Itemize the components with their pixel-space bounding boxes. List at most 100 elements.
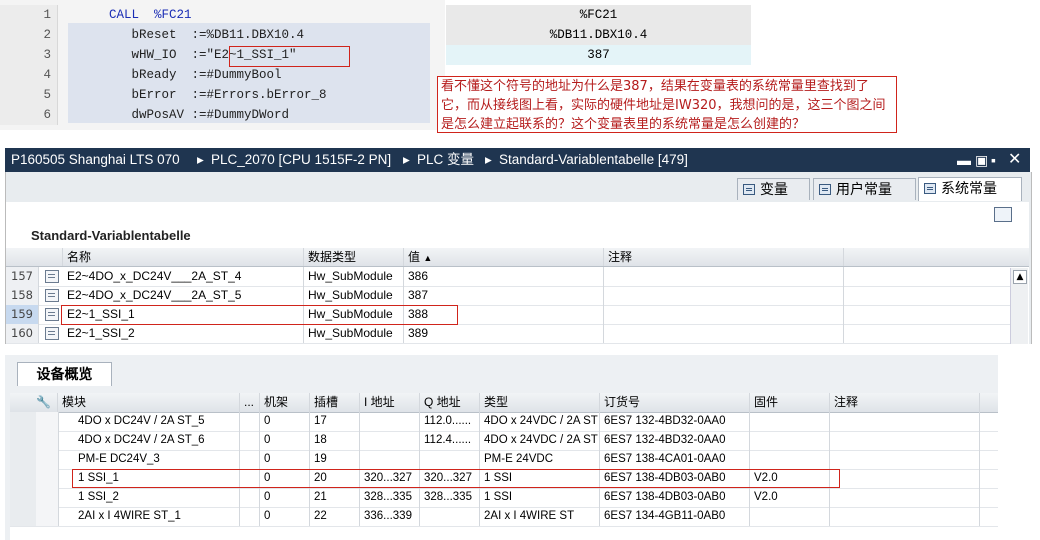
table-row[interactable]: 160 E2~1_SSI_2 Hw_SubModule 389 [6,324,1012,344]
cell-name[interactable]: E2~4DO_x_DC24V___2A_ST_4 [63,267,304,286]
tab-device-overview[interactable]: 设备概览 [17,362,112,386]
column-header-order-no[interactable]: 订货号 [600,393,750,412]
cell-slot[interactable]: 19 [310,450,360,469]
table-row[interactable]: 157 E2~4DO_x_DC24V___2A_ST_4 Hw_SubModul… [6,267,1012,287]
cell-q-address[interactable] [420,450,480,469]
device-row[interactable]: 4DO x DC24V / 2A ST_5 0 17 112.0...... 4… [10,412,998,432]
column-header-comment[interactable]: 注释 [604,248,844,266]
cell-comment[interactable] [830,507,980,526]
cell-order-no[interactable]: 6ES7 138-4DB03-0AB0 [600,488,750,507]
column-header-more[interactable]: ... [240,393,260,412]
close-icon[interactable]: ✕ [1008,148,1021,172]
cell-order-no[interactable]: 6ES7 134-4GB11-0AB0 [600,507,750,526]
table-row[interactable]: 158 E2~4DO_x_DC24V___2A_ST_5 Hw_SubModul… [6,286,1012,306]
cell-firmware[interactable] [750,450,830,469]
cell-q-address[interactable]: 328...335 [420,488,480,507]
cell-comment[interactable] [604,286,844,305]
code-text[interactable]: bError :=#Errors.bError_8 [64,85,327,105]
cell-rack[interactable]: 0 [260,488,310,507]
cell-type[interactable]: 4DO x 24VDC / 2A ST [480,431,600,450]
cell-slot[interactable]: 17 [310,412,360,431]
device-row[interactable]: PM-E DC24V_3 0 19 PM-E 24VDC 6ES7 138-4C… [10,450,998,470]
cell-i-address[interactable] [360,431,420,450]
cell-comment[interactable] [830,412,980,431]
tab-user-constants[interactable]: 用户常量 [813,178,916,200]
device-row[interactable]: 2AI x I 4WIRE ST_1 0 22 336...339 2AI x … [10,507,998,527]
code-line[interactable]: 1 CALL %FC21 [0,5,445,25]
breadcrumb-project[interactable]: P160505 Shanghai LTS 070 [11,148,180,172]
cell-datatype[interactable]: Hw_SubModule [304,324,404,343]
cell-order-no[interactable]: 6ES7 132-4BD32-0AA0 [600,431,750,450]
cell-value[interactable]: 387 [404,286,604,305]
cell-firmware[interactable] [750,507,830,526]
code-line[interactable]: 5 bError :=#Errors.bError_8 [0,85,445,105]
column-header-firmware[interactable]: 固件 [750,393,830,412]
column-header-i-address[interactable]: I 地址 [360,393,420,412]
minimize-icon[interactable]: ▬ [957,148,971,172]
cell-type[interactable]: 2AI x I 4WIRE ST [480,507,600,526]
cell-module[interactable]: PM-E DC24V_3 [58,450,240,469]
code-line[interactable]: 6 dwPosAV :=#DummyDWord [0,105,445,125]
column-header-q-address[interactable]: Q 地址 [420,393,480,412]
code-text[interactable]: dwPosAV :=#DummyDWord [64,105,290,125]
cell-slot[interactable]: 22 [310,507,360,526]
code-text[interactable]: CALL %FC21 [64,5,192,25]
code-line[interactable]: 3 wHW_IO :="E2~1_SSI_1" [0,45,445,65]
code-line[interactable]: 4 bReady :=#DummyBool [0,65,445,85]
cell-comment[interactable] [830,488,980,507]
column-header-type[interactable]: 类型 [480,393,600,412]
cell-comment[interactable] [830,431,980,450]
device-row[interactable]: 4DO x DC24V / 2A ST_6 0 18 112.4...... 4… [10,431,998,451]
column-header-datatype[interactable]: 数据类型 [304,248,404,266]
cell-rack[interactable]: 0 [260,412,310,431]
cell-slot[interactable]: 21 [310,488,360,507]
cell-i-address[interactable] [360,412,420,431]
cell-firmware[interactable]: V2.0 [750,488,830,507]
device-row[interactable]: 1 SSI_2 0 21 328...335 328...335 1 SSI 6… [10,488,998,508]
cell-value[interactable]: 389 [404,324,604,343]
scroll-up-icon[interactable]: ▲ [1013,270,1027,284]
cell-type[interactable]: 4DO x 24VDC / 2A ST [480,412,600,431]
cell-comment[interactable] [604,324,844,343]
breadcrumb-plc[interactable]: PLC_2070 [CPU 1515F-2 PN] [211,148,391,172]
cell-type[interactable]: 1 SSI [480,488,600,507]
cell-order-no[interactable]: 6ES7 132-4BD32-0AA0 [600,412,750,431]
tab-tags[interactable]: 变量 [737,178,810,200]
cell-rack[interactable]: 0 [260,507,310,526]
cell-i-address[interactable]: 328...335 [360,488,420,507]
cell-module[interactable]: 4DO x DC24V / 2A ST_5 [58,412,240,431]
cell-type[interactable]: PM-E 24VDC [480,450,600,469]
cell-comment[interactable] [830,469,980,488]
column-header-name[interactable]: 名称 [63,248,304,266]
cell-q-address[interactable]: 112.4...... [420,431,480,450]
cell-i-address[interactable]: 336...339 [360,507,420,526]
cell-comment[interactable] [604,305,844,324]
cell-datatype[interactable]: Hw_SubModule [304,267,404,286]
cell-q-address[interactable] [420,507,480,526]
cell-module[interactable]: 4DO x DC24V / 2A ST_6 [58,431,240,450]
code-text[interactable]: bReady :=#DummyBool [64,65,282,85]
export-icon[interactable] [994,207,1012,222]
column-header-rack[interactable]: 机架 [260,393,310,412]
column-header-comment[interactable]: 注释 [830,393,980,412]
split-icon[interactable]: ▪ [991,148,996,172]
cell-module[interactable]: 1 SSI_2 [58,488,240,507]
cell-name[interactable]: E2~4DO_x_DC24V___2A_ST_5 [63,286,304,305]
cell-rack[interactable]: 0 [260,431,310,450]
code-text[interactable]: bReset :=%DB11.DBX10.4 [64,25,305,45]
breadcrumb-plc-tags[interactable]: PLC 变量 [417,148,474,172]
cell-module[interactable]: 2AI x I 4WIRE ST_1 [58,507,240,526]
column-header-value[interactable]: 值 ▲ [404,248,604,266]
cell-comment[interactable] [830,450,980,469]
cell-q-address[interactable]: 112.0...... [420,412,480,431]
cell-i-address[interactable] [360,450,420,469]
cell-firmware[interactable] [750,412,830,431]
cell-value[interactable]: 386 [404,267,604,286]
code-line[interactable]: 2 bReset :=%DB11.DBX10.4 [0,25,445,45]
cell-datatype[interactable]: Hw_SubModule [304,286,404,305]
cell-firmware[interactable] [750,431,830,450]
cell-name[interactable]: E2~1_SSI_2 [63,324,304,343]
restore-icon[interactable]: ▣ [975,148,988,172]
cell-order-no[interactable]: 6ES7 138-4CA01-0AA0 [600,450,750,469]
cell-comment[interactable] [604,267,844,286]
